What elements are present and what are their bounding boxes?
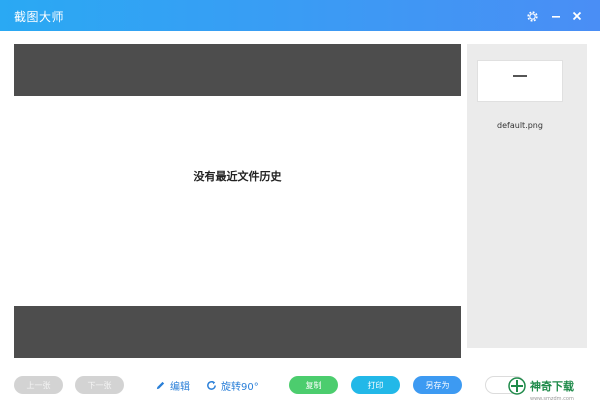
settings-button[interactable] (522, 6, 542, 26)
viewer-top-band (14, 44, 461, 96)
app-title: 截图大师 (14, 10, 65, 24)
viewer-bottom-band (14, 306, 461, 358)
watermark-text: 神奇下载 (530, 380, 574, 393)
site-watermark: 神奇下载 (508, 374, 600, 398)
rotate-button[interactable]: 旋转90° (206, 377, 259, 393)
print-button[interactable]: 打印 (351, 376, 400, 394)
edit-button[interactable]: 编辑 (155, 377, 190, 393)
minimize-button[interactable] (546, 6, 566, 26)
thumbnail-panel: default.png (467, 44, 587, 348)
title-bar: 截图大师 (0, 0, 600, 31)
thumbnail-preview (513, 75, 527, 77)
prev-button[interactable]: 上一张 (14, 376, 63, 394)
watermark-site: www.smzdm.com (530, 396, 574, 402)
close-button[interactable] (567, 6, 587, 26)
pencil-icon (156, 381, 165, 389)
image-viewer[interactable]: 没有最近文件历史 (14, 44, 461, 358)
thumbnail-item[interactable] (477, 60, 563, 102)
rotate-label: 旋转90° (221, 381, 259, 393)
gear-icon (526, 10, 538, 22)
empty-history-message: 没有最近文件历史 (193, 170, 282, 183)
watermark-logo-icon (508, 377, 526, 395)
close-icon (572, 11, 582, 21)
thumbnail-filename: default.png (497, 121, 543, 130)
rotate-icon (207, 380, 216, 390)
save-as-button[interactable]: 另存为 (413, 376, 462, 394)
minimize-icon (552, 16, 560, 18)
edit-label: 编辑 (170, 381, 190, 393)
next-button[interactable]: 下一张 (75, 376, 124, 394)
copy-button[interactable]: 复制 (289, 376, 338, 394)
